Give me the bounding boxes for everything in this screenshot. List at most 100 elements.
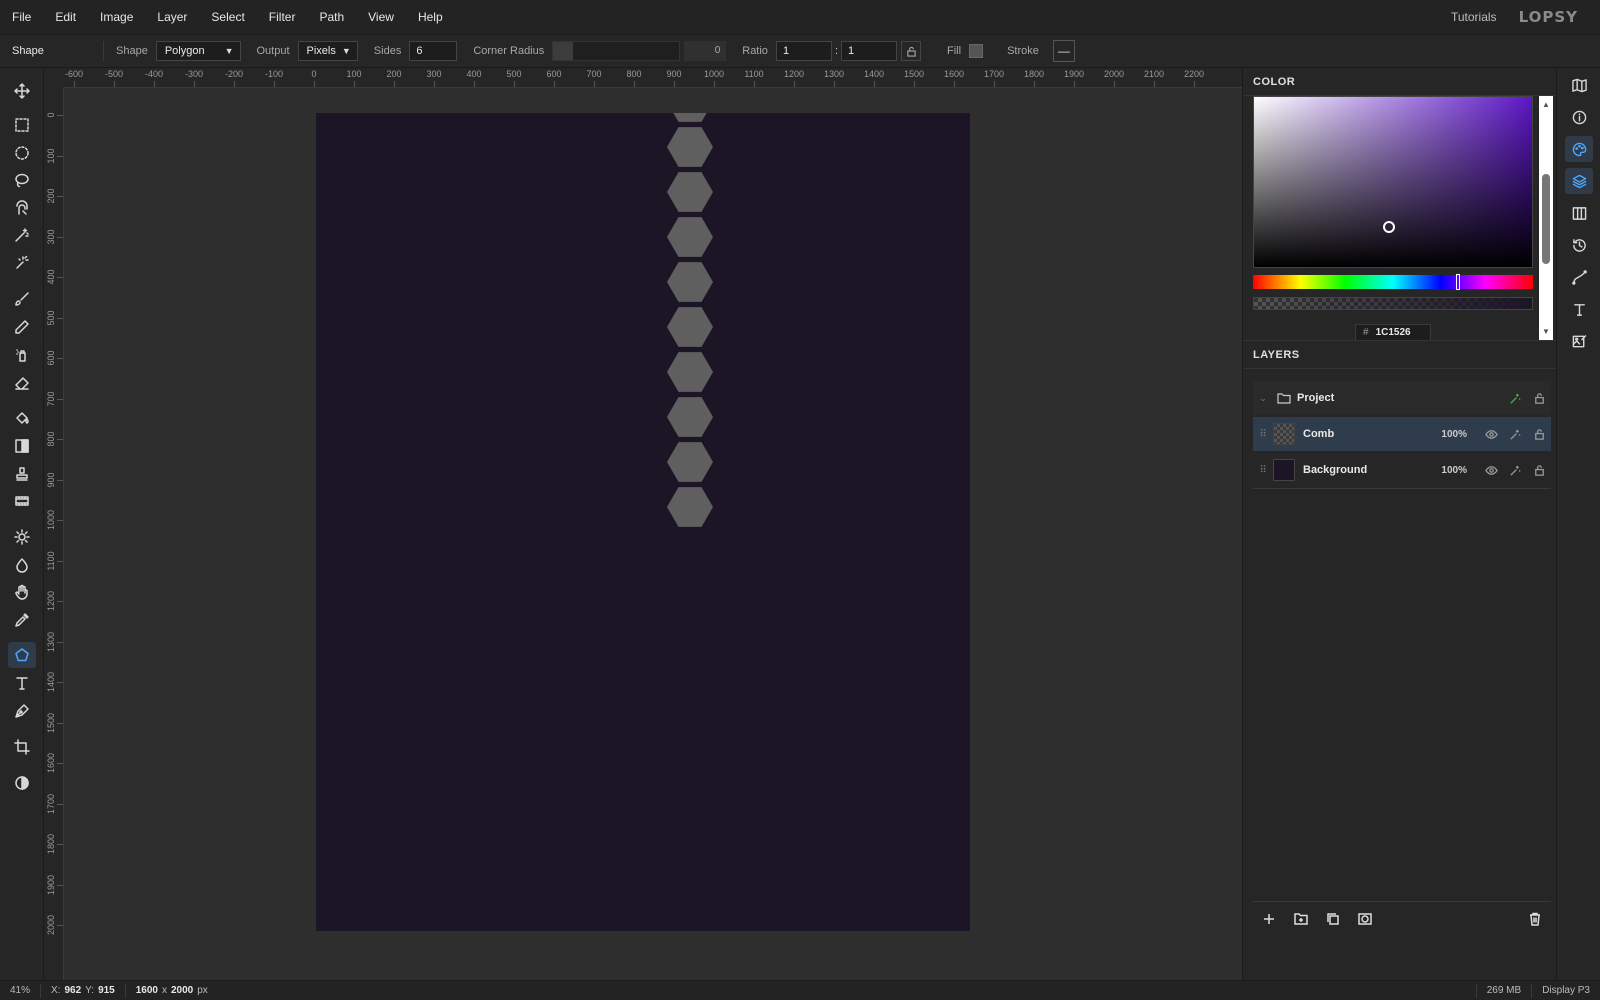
gradient-tool[interactable] (8, 433, 36, 459)
menu-layer[interactable]: Layer (145, 10, 199, 24)
layer-name[interactable]: Comb (1303, 428, 1427, 440)
scrollbar-thumb[interactable] (1542, 174, 1550, 264)
duplicate-layer-button[interactable] (1317, 905, 1349, 933)
workspace[interactable] (64, 88, 1242, 980)
saturation-value-picker[interactable] (1253, 96, 1533, 268)
layer-row-background[interactable]: ⠿ Background 100% (1253, 453, 1551, 487)
layer-name[interactable]: Background (1303, 464, 1427, 476)
ellipse-select-tool[interactable] (8, 140, 36, 166)
color-panel-scrollbar[interactable]: ▲ ▼ (1539, 96, 1553, 340)
doc-size-separator: x (162, 985, 167, 996)
lasso-tool[interactable] (8, 167, 36, 193)
chevron-down-icon[interactable]: ⌄ (1253, 393, 1273, 404)
mask-layer-button[interactable] (1349, 905, 1381, 933)
zoom-level[interactable]: 41% (0, 983, 42, 998)
layer-opacity[interactable]: 100% (1427, 465, 1467, 476)
rect-select-tool[interactable] (8, 112, 36, 138)
color-profile[interactable]: Display P3 (1531, 983, 1600, 998)
polygon-tool[interactable] (8, 642, 36, 668)
output-select[interactable]: Pixels ▼ (297, 41, 358, 61)
add-group-button[interactable] (1285, 905, 1317, 933)
layer-effects-button[interactable] (1503, 464, 1527, 477)
horizontal-ruler[interactable]: -600 -500 -400 -300 -200 -100 0 100 200 300 400 500… (64, 68, 1242, 88)
drag-handle-icon[interactable]: ⠿ (1253, 465, 1273, 476)
ruler-tick-mark (1154, 81, 1155, 87)
hex-color-input[interactable]: # 1C1526 (1355, 324, 1431, 341)
paint-bucket-tool[interactable] (8, 405, 36, 431)
eyedropper-tool[interactable] (8, 607, 36, 633)
menu-edit[interactable]: Edit (43, 10, 88, 24)
crop-tool[interactable] (8, 734, 36, 760)
document-canvas[interactable] (316, 113, 970, 931)
ratio-lock-button[interactable] (901, 41, 921, 61)
hue-slider[interactable] (1253, 274, 1533, 290)
dodge-tool[interactable] (8, 524, 36, 550)
scroll-down-icon[interactable]: ▼ (1542, 327, 1550, 336)
paths-panel-button[interactable] (1565, 264, 1593, 290)
quick-select-tool[interactable] (8, 250, 36, 276)
menu-filter[interactable]: Filter (257, 10, 308, 24)
layer-row-comb[interactable]: ⠿ Comb 100% (1253, 417, 1551, 451)
character-panel-button[interactable] (1565, 296, 1593, 322)
layers-panel-button[interactable] (1565, 168, 1593, 194)
drag-handle-icon[interactable]: ⠿ (1253, 429, 1273, 440)
ratio-separator: : (834, 45, 838, 57)
spray-tool[interactable] (8, 342, 36, 368)
group-effects-button[interactable] (1503, 392, 1527, 405)
add-layer-button[interactable] (1253, 905, 1285, 933)
brush-tool[interactable] (8, 286, 36, 312)
eraser-icon (15, 377, 29, 390)
layer-lock-button[interactable] (1527, 464, 1551, 477)
magic-wand-tool[interactable] (8, 222, 36, 248)
delete-layer-button[interactable] (1519, 905, 1551, 933)
image-panel-button[interactable] (1565, 328, 1593, 354)
scroll-up-icon[interactable]: ▲ (1542, 100, 1550, 109)
quick-mask-tool[interactable] (8, 770, 36, 796)
menu-help[interactable]: Help (406, 10, 455, 24)
ratio-width-input[interactable]: 1 (775, 41, 832, 61)
eraser-tool[interactable] (8, 370, 36, 396)
fill-color-swatch[interactable] (969, 44, 984, 58)
channels-panel-button[interactable] (1565, 200, 1593, 226)
pen-tool[interactable] (8, 698, 36, 724)
color-panel-button[interactable] (1565, 136, 1593, 162)
menu-file[interactable]: File (0, 10, 43, 24)
hue-slider-handle[interactable] (1456, 274, 1460, 290)
stamp-tool[interactable] (8, 461, 36, 487)
menu-select[interactable]: Select (199, 10, 256, 24)
shape-select[interactable]: Polygon ▼ (155, 41, 241, 61)
text-tool[interactable] (8, 670, 36, 696)
alpha-slider[interactable] (1253, 297, 1533, 310)
history-panel-button[interactable] (1565, 232, 1593, 258)
stroke-button[interactable]: — (1052, 40, 1075, 62)
pencil-tool[interactable] (8, 314, 36, 340)
ratio-height-input[interactable]: 1 (841, 41, 897, 61)
corner-radius-value[interactable]: 0 (684, 41, 727, 61)
trash-icon (1530, 912, 1540, 926)
layer-opacity[interactable]: 100% (1427, 429, 1467, 440)
visibility-toggle[interactable] (1479, 428, 1503, 441)
menu-view[interactable]: View (356, 10, 406, 24)
ruler-tick-label: 2000 (46, 914, 56, 936)
menu-image[interactable]: Image (88, 10, 145, 24)
visibility-toggle[interactable] (1479, 464, 1503, 477)
patch-tool[interactable] (8, 488, 36, 514)
sides-input[interactable]: 6 (409, 41, 458, 61)
move-tool[interactable] (8, 78, 36, 104)
tutorials-link[interactable]: Tutorials (1451, 10, 1497, 24)
vertical-ruler[interactable]: 0 100 200 300 400 500 600 700 800 900 1000 1100 1200… (44, 88, 64, 980)
layer-lock-button[interactable] (1527, 428, 1551, 441)
slider-knob[interactable] (553, 42, 574, 60)
columns-icon (1572, 206, 1586, 220)
blur-tool[interactable] (8, 552, 36, 578)
menu-path[interactable]: Path (307, 10, 356, 24)
hand-tool[interactable] (8, 579, 36, 605)
info-panel-button[interactable] (1565, 104, 1593, 130)
magnetic-lasso-tool[interactable] (8, 195, 36, 221)
navigator-panel-button[interactable] (1565, 72, 1593, 98)
layer-effects-button[interactable] (1503, 428, 1527, 441)
layer-group-project[interactable]: ⌄ Project (1253, 381, 1551, 415)
group-lock-button[interactable] (1527, 392, 1551, 405)
corner-radius-slider[interactable] (552, 41, 681, 61)
color-picker-handle[interactable] (1383, 221, 1395, 233)
